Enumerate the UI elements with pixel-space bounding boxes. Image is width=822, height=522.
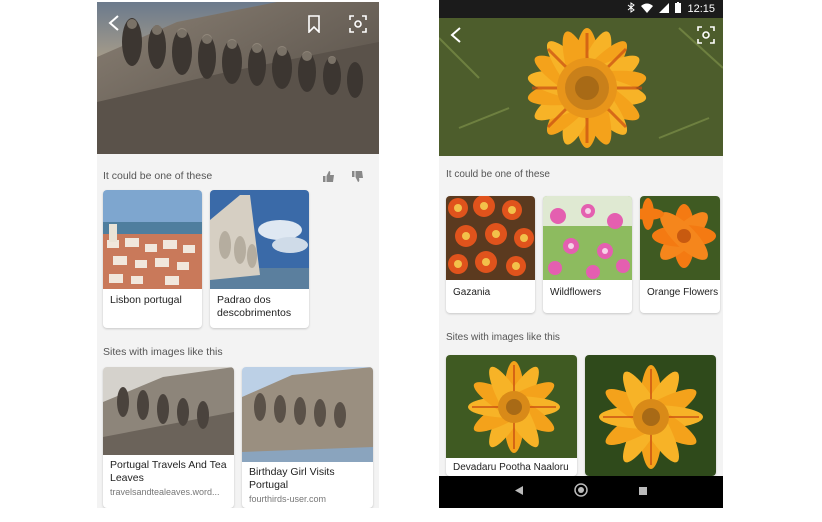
hero-image-monument <box>97 2 379 154</box>
padrao-thumbnail <box>210 190 309 289</box>
left-phone-screen: It could be one of these Lisbon portugal <box>97 2 379 508</box>
suggestion-label: Lisbon portugal <box>110 294 182 306</box>
site-card-travels[interactable]: Portugal Travels And Tea Leaves travelsa… <box>103 367 234 508</box>
suggestion-label: Orange Flowers <box>647 287 719 298</box>
suggestion-card-orange-flowers[interactable]: Orange Flowers <box>640 196 720 313</box>
nav-recents-icon[interactable] <box>638 483 648 501</box>
wildflowers-thumbnail <box>543 196 632 280</box>
nav-back-icon[interactable] <box>514 483 524 501</box>
site-thumbnail <box>103 367 234 455</box>
bookmark-icon[interactable] <box>303 13 325 35</box>
bluetooth-icon <box>627 2 636 16</box>
orange-flowers-thumbnail <box>640 196 720 280</box>
gazania-thumbnail <box>446 196 535 280</box>
suggestion-label: Padrao dos descobrimentos <box>217 294 292 319</box>
suggestion-card-lisbon[interactable]: Lisbon portugal <box>103 190 202 328</box>
site-source: fourthirds-user.com <box>249 494 327 504</box>
lisbon-thumbnail <box>103 190 202 289</box>
site-card-flower-2[interactable] <box>585 355 716 476</box>
section-title-sites: Sites with images like this <box>446 332 560 343</box>
status-time: 12:15 <box>687 3 715 15</box>
thumbs-up-icon[interactable] <box>317 165 339 187</box>
suggestion-card-gazania[interactable]: Gazania <box>446 196 535 313</box>
section-title-sites: Sites with images like this <box>103 346 223 358</box>
site-card-birthday[interactable]: Birthday Girl Visits Portugal fourthirds… <box>242 367 373 508</box>
signal-icon <box>659 2 670 16</box>
site-card-devadaru[interactable]: Devadaru Pootha Naaloru <box>446 355 577 476</box>
suggestion-card-wildflowers[interactable]: Wildflowers <box>543 196 632 313</box>
suggestion-label: Wildflowers <box>550 287 602 298</box>
suggestion-card-padrao[interactable]: Padrao dos descobrimentos <box>210 190 309 328</box>
site-source: travelsandtealeaves.word... <box>110 487 220 497</box>
site-thumbnail <box>446 355 577 458</box>
back-arrow-icon[interactable] <box>103 12 125 34</box>
right-phone-screen: 12:15 It could be one of these Gazania W… <box>439 0 723 508</box>
back-arrow-icon[interactable] <box>445 24 467 46</box>
site-thumbnail <box>242 367 373 462</box>
site-title: Devadaru Pootha Naaloru <box>453 462 569 473</box>
section-title-suggestions: It could be one of these <box>446 169 550 180</box>
suggestion-label: Gazania <box>453 287 491 298</box>
status-bar: 12:15 <box>439 0 723 18</box>
nav-home-icon[interactable] <box>574 482 588 502</box>
hero-image-flower <box>439 18 723 156</box>
section-title-suggestions: It could be one of these <box>103 170 213 182</box>
site-title: Portugal Travels And Tea Leaves <box>110 459 227 484</box>
wifi-icon <box>641 3 654 16</box>
visual-search-icon[interactable] <box>347 13 369 35</box>
site-thumbnail <box>585 355 716 476</box>
visual-search-icon[interactable] <box>695 24 717 46</box>
site-title: Birthday Girl Visits Portugal <box>249 466 335 491</box>
battery-icon <box>675 2 682 16</box>
android-nav-bar <box>439 476 723 508</box>
thumbs-down-icon[interactable] <box>346 165 368 187</box>
